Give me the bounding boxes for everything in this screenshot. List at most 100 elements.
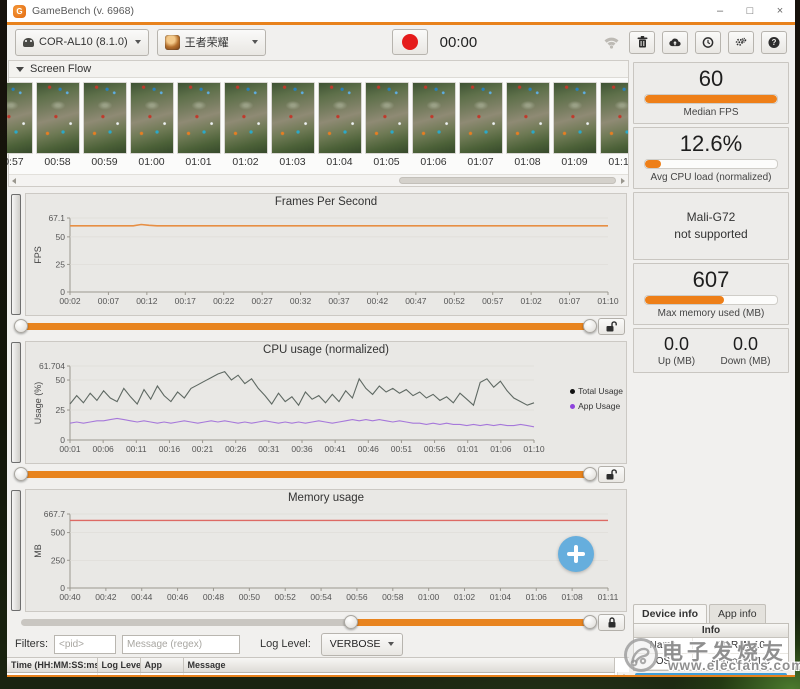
thumbnail-image[interactable] xyxy=(599,82,628,154)
unlock-icon[interactable] xyxy=(598,318,625,335)
app-dropdown[interactable]: 王者荣耀 xyxy=(156,28,266,56)
svg-text:01:10: 01:10 xyxy=(523,444,545,454)
svg-text:01:07: 01:07 xyxy=(559,296,581,306)
thumbnail-image[interactable] xyxy=(270,82,315,154)
log-row[interactable]: 00:01:11:370DEBUG?[570]asd_primary_out -… xyxy=(7,672,615,675)
close-button[interactable]: × xyxy=(765,0,795,22)
chart-legend: Total Usage App Usage xyxy=(570,384,623,414)
svg-text:01:00: 01:00 xyxy=(418,592,440,602)
unlock-icon[interactable] xyxy=(598,466,625,483)
svg-text:01:02: 01:02 xyxy=(454,592,476,602)
max-memory-card: 607 Max memory used (MB) xyxy=(633,263,789,325)
settings-button[interactable] xyxy=(728,30,754,54)
thumbnail-image[interactable] xyxy=(223,82,268,154)
chart-drag-handle[interactable] xyxy=(11,342,21,463)
thumbnail-timestamp: 00:58 xyxy=(44,156,71,168)
scrollbar-thumb[interactable] xyxy=(398,177,616,184)
slider-handle-start[interactable] xyxy=(14,467,28,481)
log-column-header[interactable]: App xyxy=(140,658,184,673)
thumbnail-image[interactable] xyxy=(35,82,80,154)
thumbnail-image[interactable] xyxy=(129,82,174,154)
screen-flow-header[interactable]: Screen Flow xyxy=(9,61,628,78)
thumbnail-image[interactable] xyxy=(505,82,550,154)
screen-flow-thumbnail[interactable]: 00:58 xyxy=(34,82,81,168)
timer-history-button[interactable] xyxy=(695,30,721,54)
delete-session-button[interactable] xyxy=(629,30,655,54)
tab-app-info[interactable]: App info xyxy=(709,604,766,623)
device-info-scrollbar[interactable] xyxy=(635,673,787,675)
thumbnail-image[interactable] xyxy=(458,82,503,154)
lock-icon[interactable] xyxy=(598,614,625,631)
screen-flow-thumbnail[interactable]: 01:10 xyxy=(598,82,628,168)
svg-text:00:27: 00:27 xyxy=(252,296,274,306)
screen-flow-thumbnail[interactable]: 01:08 xyxy=(504,82,551,168)
slider-handle-end[interactable] xyxy=(583,467,597,481)
cloud-upload-button[interactable] xyxy=(662,30,688,54)
screen-flow-thumbnail[interactable]: 01:03 xyxy=(269,82,316,168)
device-info-row[interactable]: Name COR-AL10 xyxy=(634,638,788,654)
device-dropdown[interactable]: COR-AL10 (8.1.0) xyxy=(15,28,149,56)
thumbnail-image[interactable] xyxy=(82,82,127,154)
svg-text:01:06: 01:06 xyxy=(526,592,548,602)
svg-text:Usage (%): Usage (%) xyxy=(33,382,43,425)
chart-title: CPU usage (normalized) xyxy=(263,344,389,356)
scroll-right-icon[interactable] xyxy=(621,177,625,184)
svg-text:00:54: 00:54 xyxy=(310,592,332,602)
screen-flow-scrollbar[interactable] xyxy=(9,174,628,186)
svg-text:00:06: 00:06 xyxy=(93,444,115,454)
maximize-button[interactable]: □ xyxy=(735,0,765,22)
slider-handle-start[interactable] xyxy=(14,319,28,333)
thumbnail-image[interactable] xyxy=(7,82,33,154)
screen-flow-thumbnail[interactable]: 01:01 xyxy=(175,82,222,168)
screen-flow-thumbnail[interactable]: 01:05 xyxy=(363,82,410,168)
collapse-icon xyxy=(16,66,24,72)
svg-text:00:41: 00:41 xyxy=(325,444,347,454)
thumbnail-image[interactable] xyxy=(176,82,221,154)
svg-text:01:02: 01:02 xyxy=(521,296,543,306)
timeline-slider[interactable] xyxy=(14,467,597,481)
help-button[interactable]: ? xyxy=(761,30,787,54)
thumbnail-image[interactable] xyxy=(411,82,456,154)
record-button[interactable] xyxy=(391,29,428,55)
timeline-slider[interactable] xyxy=(21,615,597,629)
thumbnail-image[interactable] xyxy=(317,82,362,154)
slider-handle-end[interactable] xyxy=(583,319,597,333)
pid-filter-input[interactable] xyxy=(54,634,116,654)
slider-handle-start[interactable] xyxy=(344,615,359,629)
thumbnail-image[interactable] xyxy=(364,82,409,154)
tab-device-info[interactable]: Device info xyxy=(633,604,708,623)
svg-text:00:02: 00:02 xyxy=(59,296,81,306)
svg-text:50: 50 xyxy=(56,375,66,385)
thumbnail-image[interactable] xyxy=(552,82,597,154)
log-level-dropdown[interactable]: VERBOSE xyxy=(320,632,403,656)
timeline-slider[interactable] xyxy=(14,319,597,333)
chevron-down-icon xyxy=(251,40,258,44)
screen-flow-thumbnail[interactable]: 00:57 xyxy=(7,82,34,168)
log-vertical-scrollbar[interactable] xyxy=(617,672,629,675)
log-column-header[interactable]: Log Level xyxy=(97,658,141,673)
svg-text:667.7: 667.7 xyxy=(44,509,66,519)
chart-drag-handle[interactable] xyxy=(11,194,21,315)
device-info-row[interactable]: OS Android 8.1.0 xyxy=(634,654,788,670)
screen-flow-thumbnail[interactable]: 01:02 xyxy=(222,82,269,168)
titlebar: G GameBench (v. 6968) – □ × xyxy=(7,0,795,22)
screen-flow-thumbnail[interactable]: 00:59 xyxy=(81,82,128,168)
add-marker-button[interactable] xyxy=(558,536,594,572)
log-column-header[interactable]: Message xyxy=(183,658,615,673)
slider-handle-end[interactable] xyxy=(583,615,597,629)
minimize-button[interactable]: – xyxy=(705,0,735,22)
chart-title: Frames Per Second xyxy=(274,196,378,208)
scroll-up-icon[interactable] xyxy=(620,674,627,675)
message-filter-input[interactable] xyxy=(122,634,240,654)
cpu-load-value: 12.6% xyxy=(679,131,743,156)
screen-flow-thumbnail[interactable]: 01:04 xyxy=(316,82,363,168)
screen-flow-thumbnail[interactable]: 01:00 xyxy=(128,82,175,168)
scroll-left-icon[interactable] xyxy=(12,177,16,184)
screen-flow-thumbnail[interactable]: 01:09 xyxy=(551,82,598,168)
median-fps-label: Median FPS xyxy=(683,107,739,118)
log-column-header[interactable]: Time (HH:MM:SS:ms) xyxy=(7,658,98,673)
chart-drag-handle[interactable] xyxy=(11,490,21,611)
session-timer: 00:00 xyxy=(439,33,478,51)
screen-flow-thumbnail[interactable]: 01:06 xyxy=(410,82,457,168)
screen-flow-thumbnail[interactable]: 01:07 xyxy=(457,82,504,168)
